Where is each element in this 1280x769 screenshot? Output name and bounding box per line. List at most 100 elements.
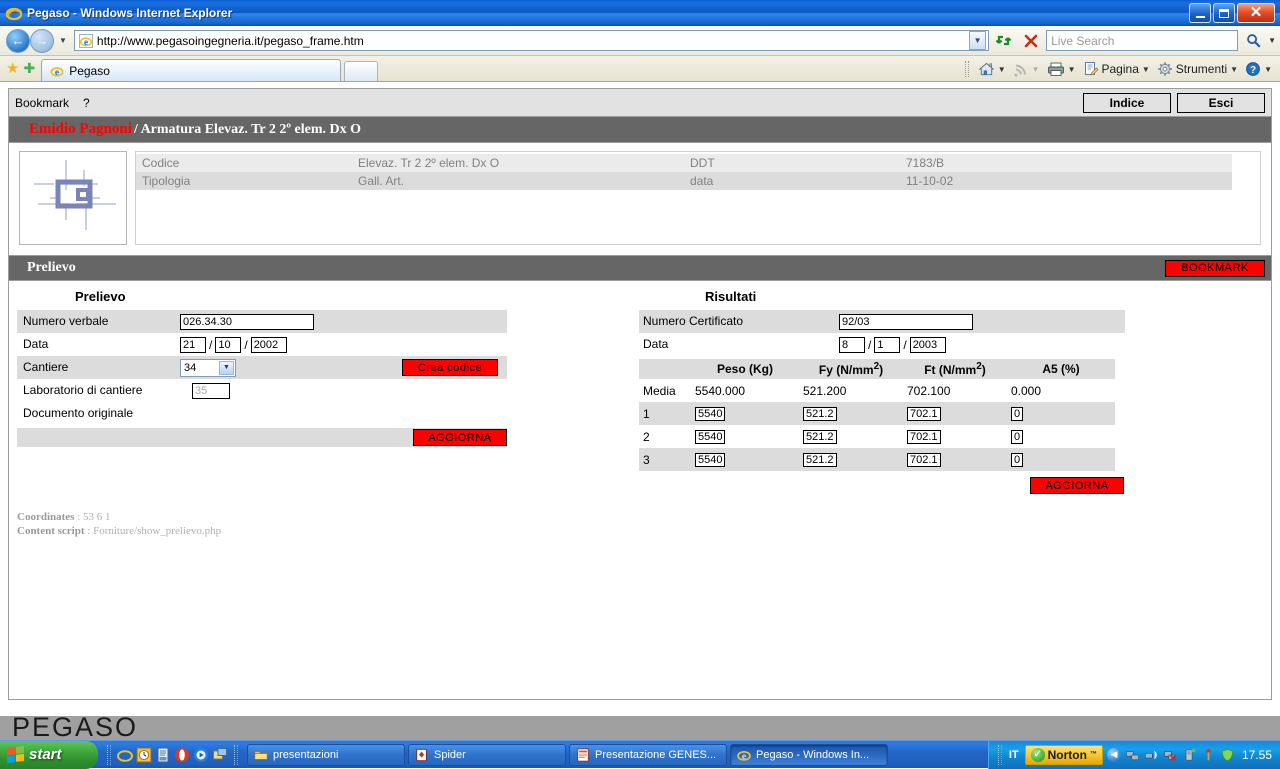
- task-button-spider[interactable]: Spider: [408, 743, 566, 766]
- search-go-button[interactable]: [1241, 29, 1265, 52]
- row-1-a5-input[interactable]: 0: [1011, 407, 1024, 421]
- search-dropdown-icon[interactable]: ▼: [1268, 36, 1276, 45]
- prelievo-heading: Prelievo: [75, 289, 126, 304]
- toolbar-grip[interactable]: [964, 61, 969, 77]
- row-2-ft-input[interactable]: 702.1: [907, 430, 941, 444]
- row-2-a5-input[interactable]: 0: [1011, 430, 1024, 444]
- task-button-presentazioni[interactable]: presentazioni: [247, 743, 405, 766]
- task-label: Pegaso - Windows In...: [756, 748, 870, 761]
- esci-button[interactable]: Esci: [1177, 92, 1265, 113]
- risultati-data-month-input[interactable]: 1: [874, 336, 901, 353]
- opera-icon[interactable]: [174, 747, 190, 763]
- norton-indicator[interactable]: ✓ Norton ™: [1024, 744, 1103, 765]
- search-input[interactable]: Live Search: [1046, 30, 1239, 51]
- tools-menu-button[interactable]: Strumenti ▼: [1155, 61, 1240, 77]
- col-header-ft: Ft (N/mm2): [903, 359, 1007, 379]
- page-dropdown-icon[interactable]: ▼: [1142, 65, 1150, 74]
- record-path: / Armatura Elevaz. Tr 2 2º elem. Dx O: [133, 121, 361, 137]
- data-month-input[interactable]: 10: [215, 336, 242, 353]
- tray-grip[interactable]: [997, 744, 1002, 765]
- forward-button[interactable]: →: [30, 28, 54, 53]
- coordinates-value: : 53 6 1: [74, 511, 111, 523]
- shield-icon[interactable]: [1220, 748, 1235, 762]
- tab-pegaso[interactable]: e Pegaso: [41, 59, 342, 81]
- numero-verbale-tail: [402, 310, 507, 333]
- drawing-thumbnail[interactable]: [19, 151, 127, 245]
- media-icon[interactable]: [193, 747, 209, 763]
- risultati-data-day-input[interactable]: 8: [839, 336, 865, 353]
- data-day-input[interactable]: 21: [180, 336, 206, 353]
- help-button[interactable]: ? ▼: [1243, 61, 1274, 77]
- help-link[interactable]: ?: [83, 96, 90, 110]
- bookmark-link[interactable]: Bookmark: [15, 96, 69, 110]
- row-2-fy-input[interactable]: 521.2: [803, 430, 837, 444]
- row-3-fy-input[interactable]: 521.2: [803, 453, 837, 467]
- network-error-icon[interactable]: [1163, 748, 1178, 762]
- indice-button[interactable]: Indice: [1083, 92, 1171, 113]
- field-row-laboratorio: Laboratorio di cantiere 35: [17, 379, 629, 402]
- close-button[interactable]: ✕: [1237, 3, 1275, 23]
- date-separator: /: [868, 337, 872, 352]
- maximize-button[interactable]: [1213, 3, 1235, 23]
- home-button[interactable]: ▼: [976, 61, 1008, 77]
- language-indicator[interactable]: IT: [1009, 749, 1021, 761]
- start-button[interactable]: start: [0, 740, 98, 769]
- risultati-aggiorna-button[interactable]: AGGIORNA: [1030, 477, 1124, 494]
- ie-icon[interactable]: e: [117, 747, 133, 763]
- data-year-input[interactable]: 2002: [250, 336, 287, 353]
- window-titlebar: e Pegaso - Windows Internet Explorer ✕: [0, 0, 1280, 26]
- feeds-button[interactable]: ▼: [1011, 61, 1042, 77]
- crea-codice-button[interactable]: Crea codice: [402, 359, 498, 376]
- update-icon[interactable]: [1201, 748, 1216, 762]
- risultati-data-year-input[interactable]: 2003: [909, 336, 946, 353]
- help-dropdown-icon[interactable]: ▼: [1264, 65, 1272, 74]
- row-3-peso-input[interactable]: 5540: [695, 453, 726, 467]
- quicklaunch-grip[interactable]: [107, 744, 111, 765]
- new-tab-button[interactable]: [344, 61, 379, 81]
- refresh-button[interactable]: [992, 29, 1016, 52]
- address-dropdown-icon[interactable]: ▼: [969, 31, 987, 50]
- wireless-icon[interactable]: [1144, 748, 1159, 762]
- bookmark-button[interactable]: BOOKMARK: [1165, 259, 1265, 277]
- clock-icon[interactable]: [136, 747, 152, 763]
- history-dropdown-icon[interactable]: ▼: [59, 36, 67, 45]
- numero-certificato-input[interactable]: 92/03: [839, 313, 973, 330]
- row-3-a5-input[interactable]: 0: [1011, 453, 1024, 467]
- cantiere-label: Cantiere: [17, 356, 177, 379]
- row-2-peso-input[interactable]: 5540: [695, 430, 726, 444]
- show-hidden-icons-button[interactable]: ◀: [1106, 747, 1121, 762]
- minimize-button[interactable]: [1189, 3, 1211, 23]
- task-label: Spider: [434, 748, 466, 761]
- feeds-dropdown-icon[interactable]: ▼: [1032, 65, 1040, 74]
- taskbar-grip[interactable]: [234, 744, 238, 765]
- favorites-center-icon[interactable]: ★: [6, 59, 19, 77]
- app-icon[interactable]: [212, 747, 228, 763]
- task-button-pegaso[interactable]: e Pegaso - Windows In...: [730, 743, 888, 766]
- tools-dropdown-icon[interactable]: ▼: [1230, 65, 1238, 74]
- network-icon[interactable]: [1125, 748, 1140, 762]
- script-label: Content script: [17, 525, 85, 537]
- stop-button[interactable]: [1019, 29, 1043, 52]
- add-favorite-icon[interactable]: ✚: [23, 60, 35, 77]
- clock[interactable]: 17.55: [1239, 748, 1272, 762]
- back-button[interactable]: ←: [6, 28, 30, 53]
- prelievo-aggiorna-button[interactable]: AGGIORNA: [413, 429, 507, 446]
- usb-icon[interactable]: [1182, 748, 1197, 762]
- numero-verbale-input[interactable]: 026.34.30: [180, 313, 314, 330]
- cantiere-select[interactable]: 34 ▼: [180, 358, 236, 377]
- home-dropdown-icon[interactable]: ▼: [998, 65, 1006, 74]
- row-1-peso-input[interactable]: 5540: [695, 407, 726, 421]
- print-button[interactable]: ▼: [1045, 61, 1078, 77]
- row-1-fy-input[interactable]: 521.2: [803, 407, 837, 421]
- chevron-down-icon[interactable]: ▼: [219, 360, 234, 375]
- address-bar[interactable]: e http://www.pegasoingegneria.it/pegaso_…: [73, 30, 990, 51]
- address-toolbar: ← → ▼ e http://www.pegasoingegneria.it/p…: [0, 26, 1280, 56]
- laboratorio-input[interactable]: 35: [192, 382, 230, 399]
- page-menu-button[interactable]: Pagina ▼: [1081, 61, 1152, 77]
- row-1-ft-input[interactable]: 702.1: [907, 407, 941, 421]
- task-button-presentazione-genes[interactable]: Presentazione GENES...: [569, 743, 727, 766]
- print-dropdown-icon[interactable]: ▼: [1068, 65, 1076, 74]
- notepad-icon[interactable]: [155, 747, 171, 763]
- detail-value-codice: Elevaz. Tr 2 2º elem. Dx O: [354, 154, 684, 172]
- row-3-ft-input[interactable]: 702.1: [907, 453, 941, 467]
